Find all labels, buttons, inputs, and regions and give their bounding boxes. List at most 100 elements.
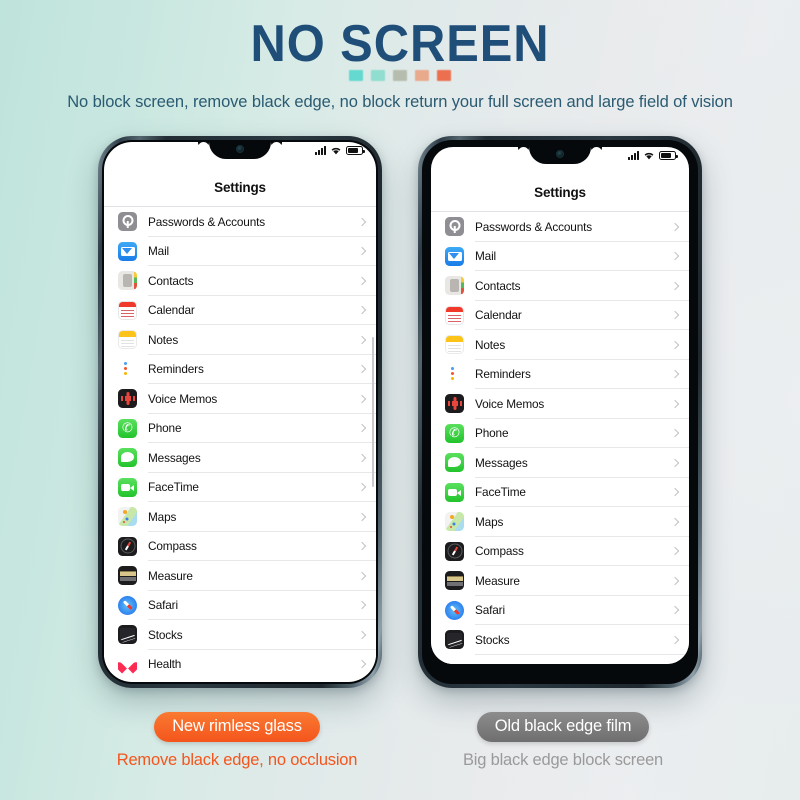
color-swatch-row	[0, 70, 800, 81]
settings-row[interactable]: Phone	[104, 414, 376, 443]
signal-bars-icon	[628, 151, 639, 160]
waterdrop-notch	[209, 142, 271, 159]
settings-row[interactable]: Mail	[431, 242, 689, 271]
settings-row[interactable]: Voice Memos	[431, 389, 689, 419]
settings-row[interactable]: Safari	[104, 591, 376, 620]
phone-screen: Settings Passwords & Accounts Mail Contact…	[431, 147, 689, 664]
settings-row-label: Contacts	[475, 278, 521, 293]
phone-old-black-edge-film: Settings Passwords & Accounts Mail Contact…	[418, 136, 702, 688]
page-title: NO SCREEN	[250, 15, 550, 73]
settings-row-label: Measure	[148, 568, 193, 583]
settings-row[interactable]: Maps	[104, 502, 376, 532]
settings-row-label: Stocks	[148, 627, 183, 642]
facetime-app-icon	[118, 477, 137, 497]
settings-row[interactable]: Maps	[431, 507, 689, 537]
settings-row-label: Notes	[475, 337, 506, 352]
settings-row-label: Mail	[148, 244, 170, 259]
settings-row[interactable]: Messages	[104, 443, 376, 473]
chevron-right-icon	[357, 394, 367, 403]
settings-row[interactable]: Notes	[104, 325, 376, 355]
health-app-icon	[445, 659, 464, 664]
badge-new-rimless-glass: New rimless glass	[154, 712, 320, 742]
settings-row[interactable]: Measure	[104, 561, 376, 591]
measure-app-icon	[445, 571, 464, 591]
contacts-app-icon	[118, 271, 137, 291]
chevron-right-icon	[670, 370, 680, 379]
messages-app-icon	[445, 453, 464, 473]
settings-row[interactable]: Health	[431, 655, 689, 664]
chevron-right-icon	[357, 247, 367, 256]
color-swatch	[349, 70, 363, 81]
settings-row[interactable]: Calendar	[431, 301, 689, 330]
settings-row-label: Reminders	[475, 367, 531, 382]
phone-new-rimless-glass: Settings Passwords & Accounts Mail Contact…	[98, 136, 382, 688]
settings-row[interactable]: FaceTime	[104, 473, 376, 502]
settings-row[interactable]: Calendar	[104, 296, 376, 325]
chevron-right-icon	[670, 547, 680, 556]
phone-bezel: Settings Passwords & Accounts Mail Contact…	[422, 140, 698, 684]
notes-app-icon	[445, 335, 464, 355]
settings-row[interactable]: Passwords & Accounts	[431, 212, 689, 242]
caption-text-new: Remove black edge, no occlusion	[116, 751, 358, 769]
phone-screen: Settings Passwords & Accounts Mail Contact…	[104, 142, 376, 682]
settings-row[interactable]: Measure	[431, 566, 689, 596]
settings-row[interactable]: Stocks	[104, 620, 376, 650]
chevron-right-icon	[670, 429, 680, 438]
calendar-app-icon	[445, 305, 464, 325]
battery-icon	[346, 146, 365, 155]
reminders-app-icon	[445, 364, 464, 384]
settings-row[interactable]: Messages	[431, 448, 689, 478]
settings-row-label: Messages	[475, 455, 528, 470]
compass-app-icon	[118, 536, 137, 556]
chevron-right-icon	[357, 335, 367, 344]
settings-row[interactable]: Phone	[431, 419, 689, 448]
settings-row-label: Safari	[475, 603, 505, 618]
page-subtitle: No block screen, remove black edge, no b…	[67, 93, 733, 111]
chevron-right-icon	[357, 424, 367, 433]
front-camera-icon	[556, 150, 564, 158]
chevron-right-icon	[357, 660, 367, 669]
caption-area: New rimless glass Remove black edge, no …	[0, 712, 800, 800]
settings-row[interactable]: Safari	[431, 596, 689, 625]
scrollbar[interactable]	[371, 337, 374, 487]
settings-row-label: Messages	[148, 450, 201, 465]
chevron-right-icon	[670, 311, 680, 320]
settings-row[interactable]: FaceTime	[431, 478, 689, 507]
chevron-right-icon	[357, 365, 367, 374]
voice-memos-app-icon	[445, 394, 464, 414]
status-bar	[315, 146, 365, 155]
settings-row-label: Voice Memos	[475, 396, 545, 411]
reminders-app-icon	[118, 359, 137, 379]
battery-icon	[659, 151, 678, 160]
settings-nav-title: Settings	[214, 180, 266, 195]
settings-row[interactable]: Compass	[104, 532, 376, 561]
settings-row[interactable]: Voice Memos	[104, 384, 376, 414]
settings-row-label: Voice Memos	[148, 391, 218, 406]
calendar-app-icon	[118, 300, 137, 320]
settings-row-label: Passwords & Accounts	[148, 214, 265, 229]
settings-row[interactable]: Notes	[431, 330, 689, 360]
settings-row[interactable]: Mail	[104, 237, 376, 266]
settings-row[interactable]: Compass	[431, 537, 689, 566]
contacts-app-icon	[445, 276, 464, 296]
settings-row[interactable]: Reminders	[431, 360, 689, 389]
settings-row[interactable]: Passwords & Accounts	[104, 207, 376, 237]
mail-app-icon	[118, 241, 137, 261]
health-app-icon	[118, 654, 137, 674]
messages-app-icon	[118, 448, 137, 468]
chevron-right-icon	[357, 601, 367, 610]
settings-row-label: Health	[475, 662, 508, 664]
phone-comparison-area: Settings Passwords & Accounts Mail Contact…	[0, 136, 800, 706]
settings-row[interactable]: Contacts	[431, 271, 689, 301]
facetime-app-icon	[445, 482, 464, 502]
voice-memos-app-icon	[118, 389, 137, 409]
settings-row-label: Reminders	[148, 362, 204, 377]
settings-row[interactable]: Reminders	[104, 355, 376, 384]
settings-row[interactable]: Health	[104, 650, 376, 680]
settings-row-label: Maps	[475, 514, 504, 529]
settings-row[interactable]: Contacts	[104, 266, 376, 296]
settings-row[interactable]: Stocks	[431, 625, 689, 655]
settings-row-label: Calendar	[148, 303, 195, 318]
settings-row-label: Phone	[148, 421, 182, 436]
settings-row-label: Compass	[475, 544, 524, 559]
